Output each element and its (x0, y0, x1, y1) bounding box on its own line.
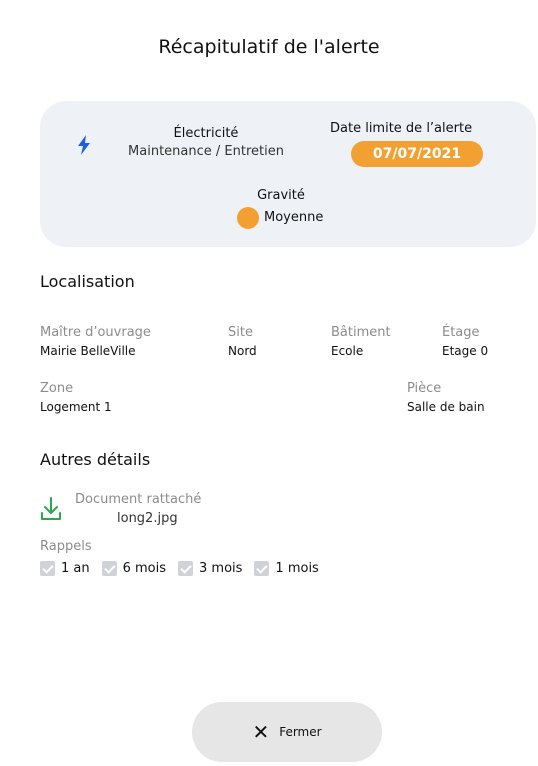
floor-label: Étage (442, 325, 480, 340)
reminders-list: 1 an 6 mois 3 mois 1 mois (40, 561, 331, 576)
severity-dot-icon (237, 207, 259, 229)
reminder-3-mois[interactable]: 3 mois (178, 561, 242, 576)
room-label: Pièce (407, 381, 442, 396)
zone-value: Logement 1 (40, 400, 112, 414)
reminder-1-an[interactable]: 1 an (40, 561, 90, 576)
severity-value: Moyenne (264, 210, 324, 225)
checkbox-checked-icon[interactable] (178, 561, 194, 576)
page-title: Récapitulatif de l'alerte (158, 36, 380, 58)
reminder-label: 3 mois (199, 561, 243, 576)
deadline-badge: 07/07/2021 (351, 141, 483, 167)
severity-label: Gravité (257, 188, 305, 203)
zone-label: Zone (40, 381, 74, 396)
category-name: Électricité (173, 126, 239, 141)
document-file-link[interactable]: long2.jpg (117, 511, 178, 526)
building-value: Ecole (331, 344, 364, 358)
details-section-title: Autres détails (40, 450, 151, 469)
room-value: Salle de bain (407, 400, 485, 414)
subcategory-name: Maintenance / Entretien (128, 144, 284, 159)
site-value: Nord (228, 344, 257, 358)
owner-label: Maître d’ouvrage (40, 325, 151, 340)
close-button-label: Fermer (279, 725, 322, 739)
close-button[interactable]: ✕ Fermer (192, 702, 382, 762)
reminder-label: 1 mois (275, 561, 319, 576)
download-icon[interactable] (40, 496, 62, 522)
deadline-label: Date limite de l’alerte (330, 121, 473, 136)
reminder-label: 1 an (61, 561, 90, 576)
reminder-label: 6 mois (122, 561, 167, 576)
reminder-1-mois[interactable]: 1 mois (254, 561, 319, 576)
checkbox-checked-icon[interactable] (254, 561, 270, 576)
reminder-6-mois[interactable]: 6 mois (101, 561, 167, 576)
category-block: Électricité Maintenance / Entretien (116, 125, 296, 161)
building-label: Bâtiment (331, 325, 391, 340)
checkbox-checked-icon[interactable] (101, 561, 117, 576)
location-section-title: Localisation (40, 272, 135, 291)
lightning-bolt-icon (78, 135, 90, 155)
close-icon: ✕ (252, 720, 270, 744)
owner-value: Mairie BelleVille (40, 344, 136, 358)
floor-value: Etage 0 (442, 344, 489, 358)
site-label: Site (228, 325, 253, 340)
reminders-label: Rappels (40, 539, 92, 554)
checkbox-checked-icon[interactable] (40, 561, 55, 576)
document-label: Document rattaché (75, 492, 202, 507)
